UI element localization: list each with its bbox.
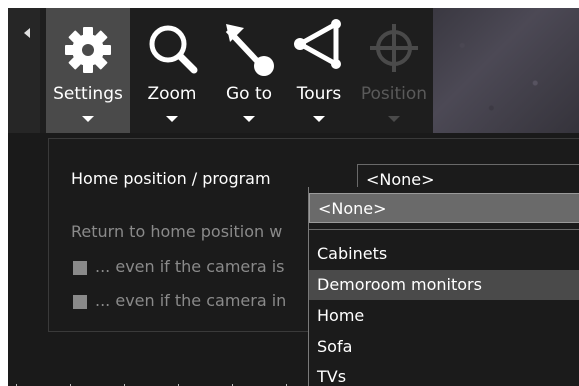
toolbar: Settings Zoom Go to Tours Position: [40, 8, 433, 133]
settings-dropdown-caret: [82, 116, 94, 122]
goto-dropdown-caret: [243, 116, 255, 122]
option-demoroom-monitors[interactable]: Demoroom monitors: [309, 270, 579, 300]
tours-icon: [286, 18, 352, 82]
crosshair-icon: [356, 18, 432, 82]
settings-button[interactable]: Settings: [46, 8, 130, 133]
checkbox-even-if-camera-is[interactable]: [73, 261, 87, 275]
zoom-button[interactable]: Zoom: [134, 8, 210, 133]
home-position-dropdown-list: <None> Cabinets Demoroom monitors Home S…: [308, 187, 579, 386]
option-separator: [309, 229, 579, 230]
timeline-ruler: [16, 382, 316, 386]
goto-button[interactable]: Go to: [212, 8, 286, 133]
option-tvs[interactable]: TVs: [309, 362, 579, 386]
goto-label: Go to: [225, 84, 273, 104]
return-home-label: Return to home position w: [71, 222, 283, 241]
position-button[interactable]: Position: [356, 8, 432, 133]
option-cabinets[interactable]: Cabinets: [309, 239, 579, 269]
zoom-label: Zoom: [147, 84, 197, 104]
checkbox-even-if-camera-in-label: ... even if the camera in: [95, 291, 287, 310]
goto-arrow-icon: [212, 18, 286, 82]
collapse-toolbar-button[interactable]: [8, 8, 40, 133]
zoom-dropdown-caret: [166, 116, 178, 122]
position-dropdown-caret: [388, 116, 400, 122]
tours-button[interactable]: Tours: [286, 8, 352, 133]
checkbox-even-if-camera-is-label: ... even if the camera is: [95, 257, 285, 276]
option-home[interactable]: Home: [309, 301, 579, 331]
option-sofa[interactable]: Sofa: [309, 332, 579, 362]
tours-label: Tours: [296, 84, 342, 104]
option-none[interactable]: <None>: [309, 193, 579, 223]
checkbox-even-if-camera-in[interactable]: [73, 295, 87, 309]
camera-video-view[interactable]: [433, 8, 579, 133]
collapse-arrow-icon: [24, 28, 30, 38]
tours-dropdown-caret: [313, 116, 325, 122]
position-label: Position: [360, 84, 428, 104]
magnifier-icon: [134, 18, 210, 82]
home-position-label: Home position / program: [71, 169, 271, 188]
settings-label: Settings: [53, 84, 123, 104]
gear-icon: [46, 18, 130, 82]
